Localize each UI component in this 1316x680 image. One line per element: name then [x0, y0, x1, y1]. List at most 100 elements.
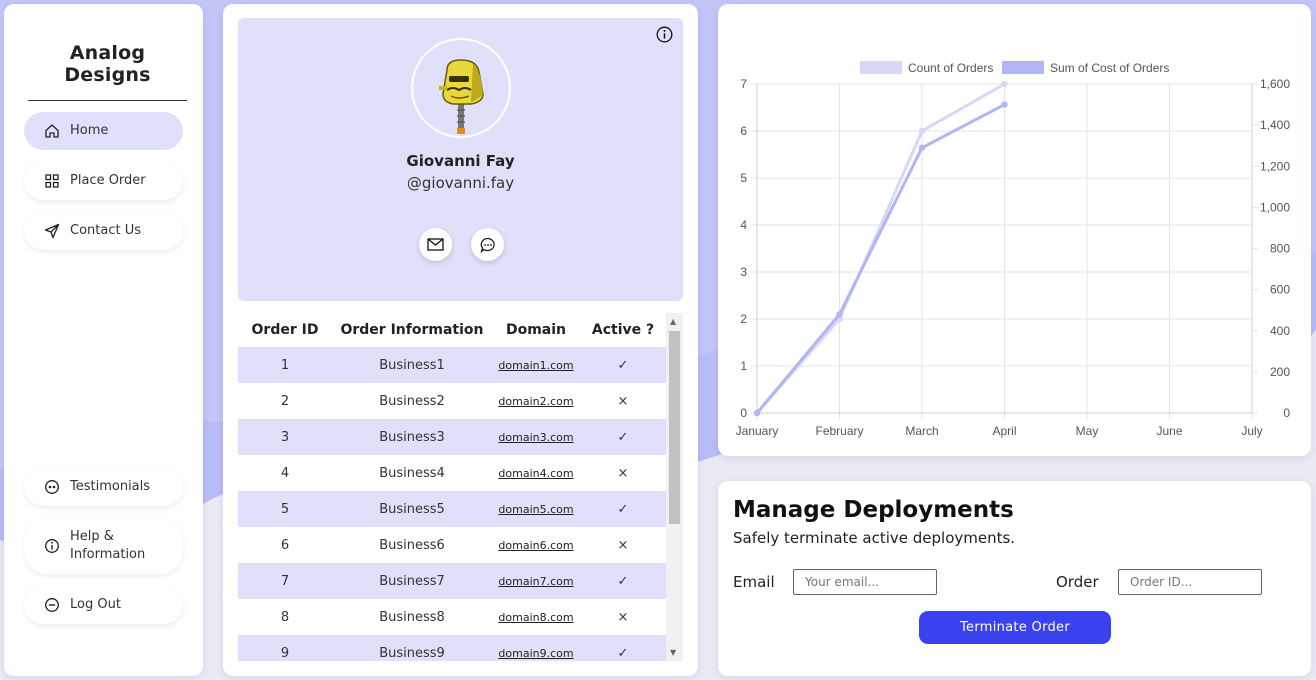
data-point [1001, 101, 1008, 108]
y-right-tick-label: 1,400 [1260, 118, 1290, 132]
order-info: Business2 [379, 393, 445, 409]
order-id-input[interactable] [1118, 569, 1262, 595]
domain-link[interactable]: domain1.com [492, 347, 580, 383]
order-id: 8 [280, 609, 290, 625]
nav-contact[interactable]: Contact Us [24, 212, 183, 250]
col-order-id: Order ID [251, 322, 319, 338]
order-id: 6 [280, 537, 290, 553]
y-right-tick-label: 400 [1270, 324, 1290, 338]
y-left-tick-label: 1 [740, 359, 747, 373]
email-label: Email [733, 573, 775, 591]
order-info: Business6 [379, 537, 445, 553]
table-row: 9 Business9 domain9.com ✓ [238, 635, 666, 661]
active-status: × [617, 609, 629, 625]
order-info: Business8 [379, 609, 445, 625]
domain-link[interactable]: domain3.com [492, 419, 580, 455]
y-right-tick-label: 1,200 [1260, 159, 1290, 173]
x-tick-label: July [1241, 424, 1262, 438]
order-id: 3 [238, 419, 332, 455]
envelope-icon [427, 238, 444, 251]
active-status: ✓ [580, 635, 666, 661]
nav-testimonials[interactable]: Testimonials [24, 468, 183, 506]
x-tick-label: April [992, 424, 1016, 438]
profile-panel: Giovanni Fay @giovanni.fay Order ID Orde… [223, 4, 698, 676]
email-button[interactable] [419, 228, 452, 261]
legend-label: Sum of Cost of Orders [1050, 61, 1169, 75]
active-status: ✓ [580, 419, 666, 455]
email-input[interactable] [793, 569, 937, 595]
nav-help[interactable]: Help & Information [24, 518, 183, 574]
chat-button[interactable] [471, 228, 504, 261]
domain-link[interactable]: domain2.com [492, 383, 580, 419]
legend-label: Count of Orders [908, 61, 993, 75]
deploy-subtitle: Safely terminate active deployments. [733, 529, 1016, 547]
order-id: 7 [238, 563, 332, 599]
domain-link[interactable]: domain8.com [492, 599, 580, 635]
data-point [918, 127, 926, 135]
info-icon[interactable] [656, 26, 673, 43]
table-row: 1 Business1 domain1.com ✓ [238, 347, 666, 383]
table-row: 7 Business7 domain7.com ✓ [238, 563, 666, 599]
nav-home[interactable]: Home [24, 112, 183, 150]
grid-icon [45, 174, 59, 188]
profile-card: Giovanni Fay @giovanni.fay [238, 18, 683, 301]
order-info: Business1 [332, 347, 492, 383]
nav-place-order[interactable]: Place Order [24, 162, 183, 200]
y-left-tick-label: 2 [740, 312, 747, 326]
x-tick-label: May [1076, 424, 1099, 438]
nav-logout[interactable]: Log Out [24, 586, 183, 624]
table-row: 4 Business4 domain4.com × [238, 455, 666, 491]
minus-circle-icon [45, 598, 59, 612]
terminate-order-button[interactable]: Terminate Order [919, 611, 1111, 644]
nav-home-label: Home [70, 123, 109, 138]
order-info: Business3 [332, 419, 492, 455]
data-point [1001, 80, 1008, 88]
domain-link[interactable]: domain4.com [492, 455, 580, 491]
send-icon [44, 223, 60, 239]
order-info: Business9 [332, 635, 492, 661]
domain-link[interactable]: domain5.com [492, 491, 580, 527]
scroll-thumb[interactable] [669, 331, 680, 524]
scroll-up-icon[interactable]: ▲ [670, 317, 676, 326]
domain-link[interactable]: domain6.com [492, 527, 580, 563]
home-icon [45, 124, 59, 138]
table-row: 2 Business2 domain2.com × [238, 383, 666, 419]
order-info: Business7 [332, 563, 492, 599]
nav-help-label: Help & Information [70, 529, 146, 562]
y-right-tick-label: 1,600 [1260, 77, 1290, 91]
nav-logout-label: Log Out [70, 597, 121, 612]
orders-table: Order ID Order Information Domain Active… [238, 313, 666, 661]
data-point [753, 409, 761, 417]
scroll-down-icon[interactable]: ▼ [670, 648, 676, 657]
domain-link[interactable]: domain7.com [492, 563, 580, 599]
order-label: Order [1056, 573, 1099, 591]
active-status: ✓ [580, 347, 666, 383]
order-id: 5 [238, 491, 332, 527]
series-line-1 [755, 103, 1006, 414]
orders-chart-card: Count of Orders Sum of Cost of Orders 0 1 2… [718, 4, 1311, 456]
sidebar: Analog Designs Home Place Order Contact … [4, 4, 203, 676]
profile-name: Giovanni Fay [406, 152, 515, 170]
active-status: ✓ [580, 491, 666, 527]
order-info: Business4 [379, 465, 445, 481]
orders-chart: Count of Orders Sum of Cost of Orders 0 1 2… [736, 61, 1290, 438]
active-status: × [617, 537, 629, 553]
col-order-info: Order Information [340, 322, 484, 338]
orders-table-container[interactable]: Order ID Order Information Domain Active… [238, 313, 683, 661]
y-left-tick-label: 7 [740, 77, 747, 91]
y-right-tick-label: 800 [1270, 242, 1290, 256]
nav-testimonials-label: Testimonials [70, 479, 151, 494]
legend-swatch [1002, 61, 1044, 74]
table-row: 3 Business3 domain3.com ✓ [238, 419, 666, 455]
x-tick-label: February [815, 424, 863, 438]
profile-handle: @giovanni.fay [406, 174, 515, 192]
order-id: 9 [238, 635, 332, 661]
domain-link[interactable]: domain9.com [492, 635, 580, 661]
table-scrollbar[interactable]: ▲ ▼ [666, 313, 683, 661]
order-id: 4 [280, 465, 290, 481]
y-right-tick-label: 0 [1283, 406, 1290, 420]
deploy-title: Manage Deployments [733, 497, 1014, 523]
series-line-0 [755, 82, 1006, 414]
active-status: × [617, 393, 629, 409]
quote-bubble-icon [45, 480, 59, 494]
